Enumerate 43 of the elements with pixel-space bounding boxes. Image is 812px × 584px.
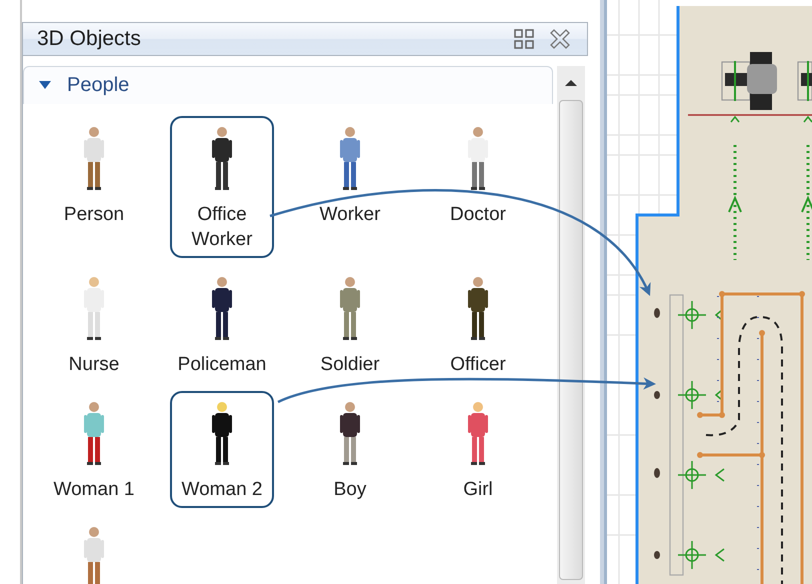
item-tile[interactable]: Woman 1	[42, 390, 146, 508]
scrollbar-thumb[interactable]	[559, 100, 583, 580]
item-label: Person	[62, 202, 126, 226]
person-figure-icon	[81, 526, 107, 584]
person-figure-icon	[337, 126, 363, 192]
item-label: Woman 2	[180, 478, 264, 502]
close-icon[interactable]	[549, 28, 571, 50]
item-tile[interactable]: Doctor	[426, 116, 530, 258]
person-figure-icon	[209, 276, 235, 342]
item-label: Policeman	[176, 352, 268, 376]
person-figure-icon	[465, 276, 491, 342]
item-tile[interactable]: Boy	[298, 390, 402, 508]
item-label: Nurse	[68, 352, 120, 376]
item-tile[interactable]: Nurse	[42, 266, 146, 382]
person-figure-icon	[209, 400, 235, 466]
item-label: Officer	[449, 352, 507, 376]
person-figure-icon	[209, 126, 235, 192]
person-figure-icon	[465, 400, 491, 466]
item-tile[interactable]: Person	[42, 116, 146, 258]
section-header[interactable]: People	[23, 66, 553, 104]
item-label: Woman 1	[52, 478, 136, 502]
item-label: Soldier	[319, 352, 381, 376]
callout-frame[interactable]: Office Worker	[170, 116, 274, 258]
item-tile[interactable]: Girl	[426, 390, 530, 508]
person-figure-icon	[81, 400, 107, 466]
person-figure-icon	[337, 276, 363, 342]
item-tile[interactable]: Soldier	[298, 266, 402, 382]
item-label: Doctor	[449, 202, 507, 226]
item-label: Worker	[318, 202, 382, 226]
person-figure-icon	[81, 276, 107, 342]
item-label: Office Worker	[190, 202, 254, 252]
item-tile[interactable]: Officer	[426, 266, 530, 382]
maximize-icon[interactable]	[514, 28, 534, 49]
person-figure-icon	[465, 126, 491, 192]
item-tile[interactable]: Worker	[298, 116, 402, 258]
callout-frame[interactable]: Woman 2	[170, 390, 274, 508]
item-label: Boy	[332, 478, 368, 502]
scrollbar[interactable]	[557, 66, 585, 584]
panel-title: 3D Objects	[37, 26, 142, 52]
item-tile[interactable]: Policeman	[170, 266, 274, 382]
item-label: Girl	[462, 478, 494, 502]
person-figure-icon	[81, 126, 107, 192]
person-figure-icon	[337, 400, 363, 466]
